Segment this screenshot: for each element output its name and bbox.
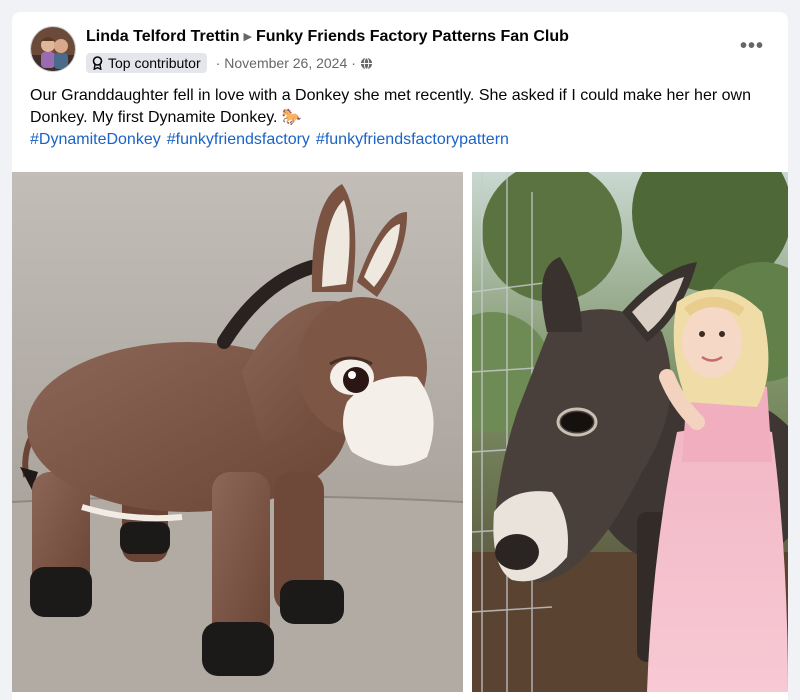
post-card: Linda Telford Trettin ▶ Funky Friends Fact… [12, 12, 788, 700]
award-icon [92, 56, 103, 70]
post-title: Linda Telford Trettin ▶ Funky Friends Fact… [86, 28, 569, 46]
avatar[interactable] [30, 26, 76, 72]
globe-icon [360, 56, 372, 70]
post-date[interactable]: November 26, 2024 [224, 55, 347, 71]
hashtag-link[interactable]: #DynamiteDonkey [30, 131, 161, 148]
post-body: Our Granddaughter fell in love with a Do… [30, 87, 751, 126]
post-header: Linda Telford Trettin ▶ Funky Friends Fact… [30, 26, 770, 76]
status-badge[interactable]: Top contributor [86, 53, 207, 73]
author-name[interactable]: Linda Telford Trettin [86, 28, 239, 45]
post-photo-plush-donkey[interactable] [12, 172, 463, 692]
group-name[interactable]: Funky Friends Factory Patterns Fan Club [256, 28, 569, 45]
hashtag-list: #DynamiteDonkey #funkyfriendsfactory #funk… [30, 129, 770, 151]
post-photo-girl-with-donkey[interactable] [472, 172, 788, 692]
badge-label: Top contributor [108, 55, 201, 71]
triangle-right-icon: ▶ [243, 31, 252, 43]
post-text: Our Granddaughter fell in love with a Do… [30, 85, 770, 151]
hashtag-link[interactable]: #funkyfriendsfactory [167, 131, 310, 148]
hashtag-link[interactable]: #funkyfriendsfactorypattern [316, 131, 509, 148]
post-meta: Top contributor · November 26, 2024 · [86, 52, 373, 74]
more-options-icon[interactable]: ••• [734, 32, 770, 60]
